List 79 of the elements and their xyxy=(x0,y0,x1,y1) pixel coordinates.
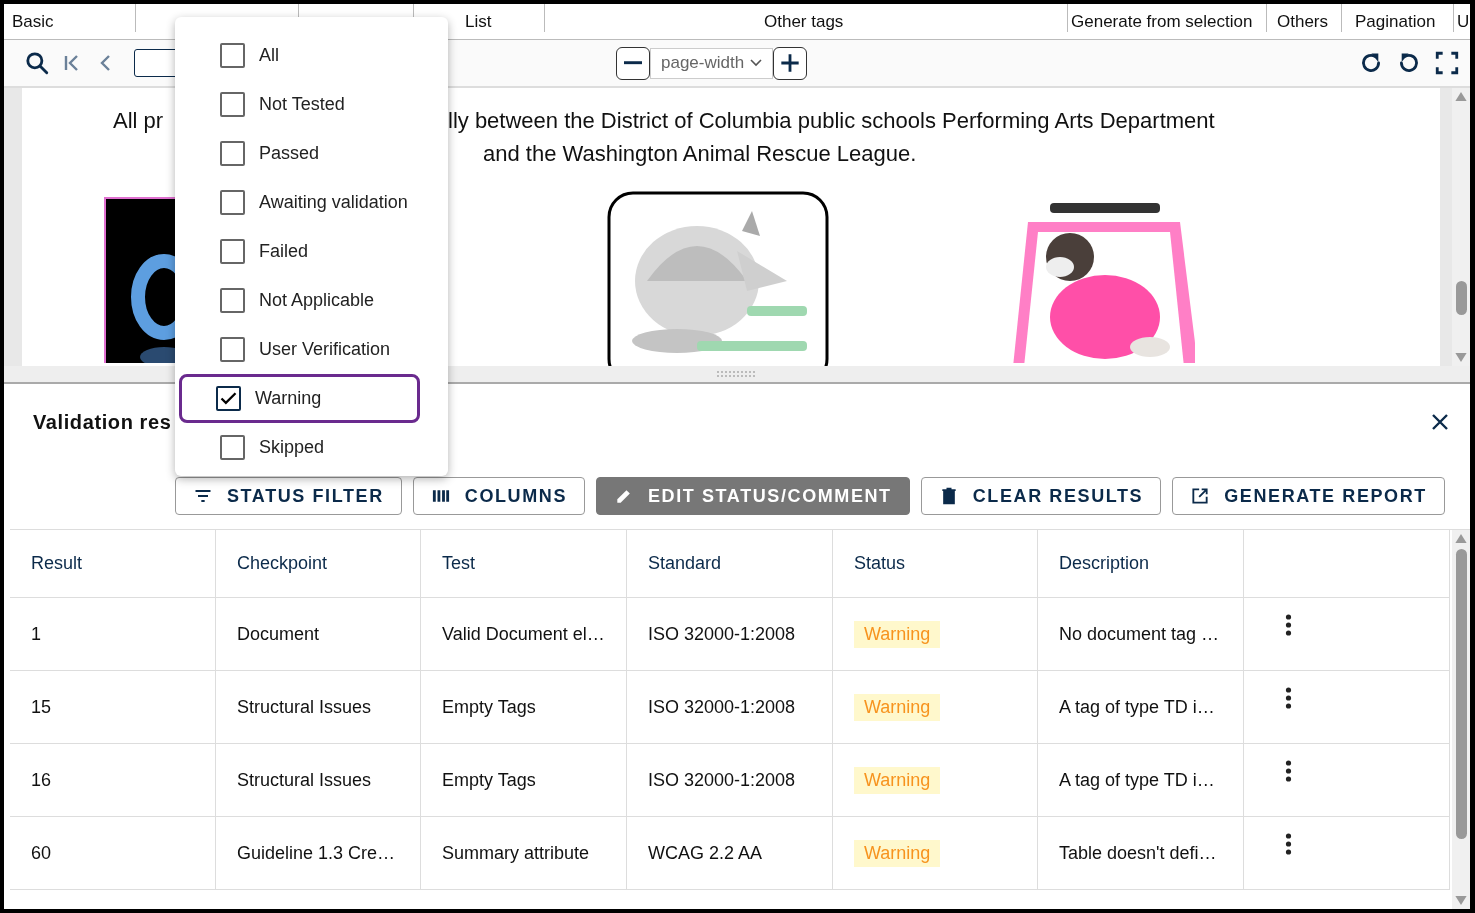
more-options-icon[interactable] xyxy=(1285,614,1292,636)
tab[interactable]: Basic xyxy=(4,4,136,32)
zoom-out-button[interactable] xyxy=(616,46,650,80)
checkbox[interactable] xyxy=(220,288,245,313)
menu-item[interactable]: Warning xyxy=(179,374,420,423)
table-cell: Structural Issues xyxy=(216,744,421,816)
tab[interactable]: Others xyxy=(1267,4,1342,32)
table-cell: 15 xyxy=(10,671,216,743)
chevron-down-icon xyxy=(750,59,763,67)
column-header[interactable]: Standard xyxy=(627,530,833,597)
status-badge: Warning xyxy=(854,693,941,721)
minus-icon xyxy=(624,61,642,65)
external-link-icon xyxy=(1190,486,1211,506)
column-header[interactable]: Result xyxy=(10,530,216,597)
table-cell: ISO 32000-1:2008 xyxy=(627,744,833,816)
column-header[interactable]: Test xyxy=(421,530,627,597)
checkbox[interactable] xyxy=(220,141,245,166)
document-text: All pr xyxy=(113,107,165,134)
table-cell: Empty Tags xyxy=(421,744,627,816)
toolbar-button[interactable]: STATUS FILTER xyxy=(175,477,402,515)
column-header[interactable]: Description xyxy=(1038,530,1244,597)
table-cell: Table doesn't defi… xyxy=(1038,817,1244,889)
more-options-icon[interactable] xyxy=(1285,760,1292,782)
menu-item[interactable]: User Verification xyxy=(179,325,420,374)
checkbox[interactable] xyxy=(220,337,245,362)
toolbar-button[interactable]: CLEAR RESULTS xyxy=(920,477,1162,515)
checkbox[interactable] xyxy=(220,239,245,264)
checkbox[interactable] xyxy=(220,190,245,215)
fullscreen-icon[interactable] xyxy=(1434,50,1460,76)
table-cell: A tag of type TD i… xyxy=(1038,671,1244,743)
zoom-select[interactable]: page-width xyxy=(650,47,773,79)
menu-item[interactable]: All xyxy=(179,31,420,80)
table-cell: 16 xyxy=(10,744,216,816)
document-text: lly between the District of Columbia public schools Performing Arts Department xyxy=(448,107,1215,134)
menu-item[interactable]: Skipped xyxy=(179,423,420,472)
table-cell: Empty Tags xyxy=(421,671,627,743)
resize-handle-icon[interactable] xyxy=(717,371,757,377)
table-cell: Document xyxy=(216,598,421,670)
table-cell: 60 xyxy=(10,817,216,889)
status-badge: Warning xyxy=(854,620,941,648)
table-cell: Guideline 1.3 Cre… xyxy=(216,817,421,889)
checkbox[interactable] xyxy=(216,386,241,411)
panel-title: Validation res xyxy=(33,410,172,434)
table-cell: Summary attribute xyxy=(421,817,627,889)
tab[interactable]: Generate from selection xyxy=(1068,4,1267,32)
status-badge: Warning xyxy=(854,839,941,867)
search-icon[interactable] xyxy=(24,50,50,76)
more-options-icon[interactable] xyxy=(1285,833,1292,855)
table-cell: WCAG 2.2 AA xyxy=(627,817,833,889)
tab[interactable]: Pagination xyxy=(1342,4,1454,32)
more-options-icon[interactable] xyxy=(1285,687,1292,709)
toolbar-button[interactable]: EDIT STATUS/COMMENT xyxy=(596,477,910,515)
table-cell: 1 xyxy=(10,598,216,670)
zoom-in-button[interactable] xyxy=(773,46,807,80)
toolbar-button[interactable]: GENERATE REPORT xyxy=(1172,477,1445,515)
table-cell: A tag of type TD i… xyxy=(1038,744,1244,816)
document-text: and the Washington Animal Rescue League. xyxy=(483,141,917,168)
scrollbar-thumb[interactable] xyxy=(1455,549,1467,839)
tab[interactable]: Other tags xyxy=(545,4,1068,32)
table-cell: ISO 32000-1:2008 xyxy=(627,671,833,743)
tab[interactable]: U xyxy=(1454,4,1468,32)
menu-item[interactable]: Awaiting validation xyxy=(179,178,420,227)
checkbox[interactable] xyxy=(220,43,245,68)
menu-item[interactable]: Passed xyxy=(179,129,420,178)
table-cell: ISO 32000-1:2008 xyxy=(627,598,833,670)
table-cell: Valid Document el… xyxy=(421,598,627,670)
menu-item[interactable]: Not Tested xyxy=(179,80,420,129)
column-header[interactable]: Status xyxy=(833,530,1038,597)
checkbox[interactable] xyxy=(220,435,245,460)
menu-item[interactable]: Failed xyxy=(179,227,420,276)
table-cell: No document tag … xyxy=(1038,598,1244,670)
close-icon[interactable] xyxy=(1430,412,1450,432)
column-header[interactable]: Checkpoint xyxy=(216,530,421,597)
scrollbar-thumb[interactable] xyxy=(1455,281,1467,315)
menu-item[interactable]: Not Applicable xyxy=(179,276,420,325)
checkbox[interactable] xyxy=(220,92,245,117)
toolbar-button[interactable]: COLUMNS xyxy=(412,477,585,515)
table-cell: Structural Issues xyxy=(216,671,421,743)
status-badge: Warning xyxy=(854,766,941,794)
